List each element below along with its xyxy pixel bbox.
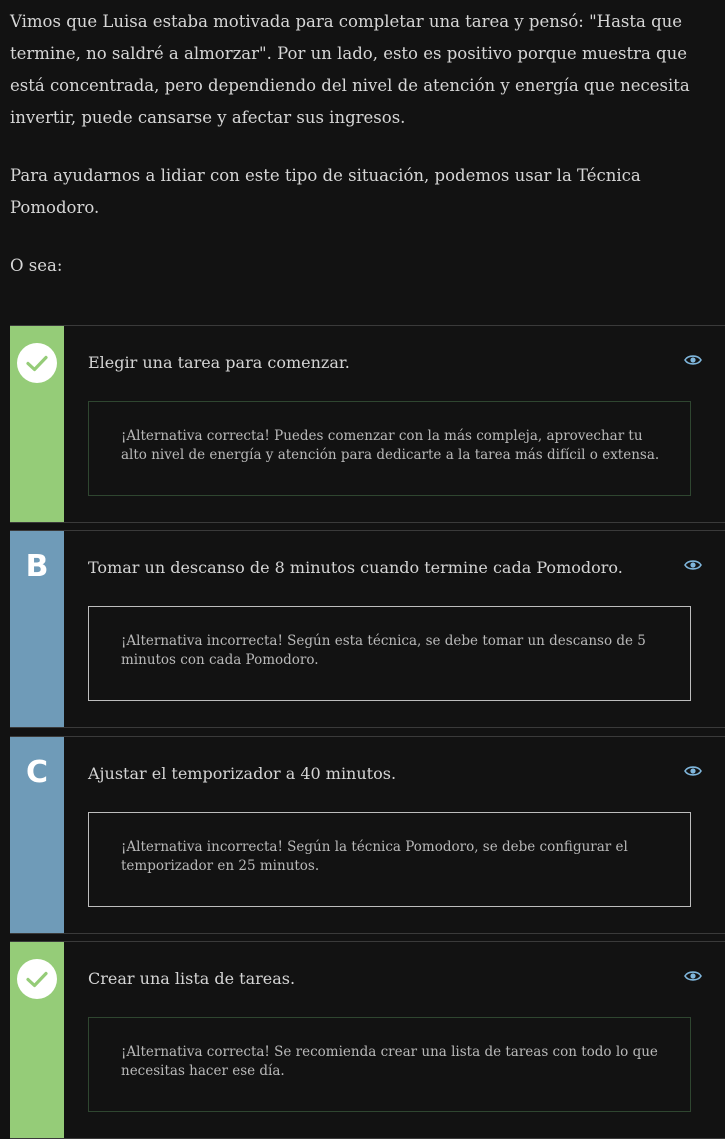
feedback-box: ¡Alternativa incorrecta! Según esta técn… [88,606,691,701]
option-text: Elegir una tarea para comenzar. [88,353,350,372]
feedback-box: ¡Alternativa correcta! Puedes comenzar c… [88,401,691,496]
check-icon [17,959,57,999]
eye-icon[interactable] [684,353,702,367]
option-status-bar [10,942,64,1138]
option-status-bar: B [10,531,64,727]
check-icon [17,343,57,383]
option-status-bar: C [10,737,64,933]
intro-paragraph-3: O sea: [10,256,63,275]
eye-icon[interactable] [684,969,702,983]
option-text: Crear una lista de tareas. [88,969,296,988]
feedback-box: ¡Alternativa incorrecta! Según la técnic… [88,812,691,907]
intro-paragraph-2: Para ayudarnos a lidiar con este tipo de… [10,166,641,217]
option-a[interactable]: Elegir una tarea para comenzar. ¡Alterna… [10,325,725,523]
option-text: Ajustar el temporizador a 40 minutos. [88,764,397,783]
option-letter: B [25,549,49,584]
intro-paragraph-1: Vimos que Luisa estaba motivada para com… [10,12,690,127]
eye-icon[interactable] [684,764,702,778]
intro-text: Vimos que Luisa estaba motivada para com… [10,6,715,282]
eye-icon[interactable] [684,558,702,572]
feedback-box: ¡Alternativa correcta! Se recomienda cre… [88,1017,691,1112]
option-text: Tomar un descanso de 8 minutos cuando te… [88,558,623,577]
option-b[interactable]: B Tomar un descanso de 8 minutos cuando … [10,530,725,728]
option-d[interactable]: Crear una lista de tareas. ¡Alternativa … [10,941,725,1139]
option-c[interactable]: C Ajustar el temporizador a 40 minutos. … [10,736,725,934]
option-status-bar [10,326,64,522]
option-letter: C [25,755,49,790]
